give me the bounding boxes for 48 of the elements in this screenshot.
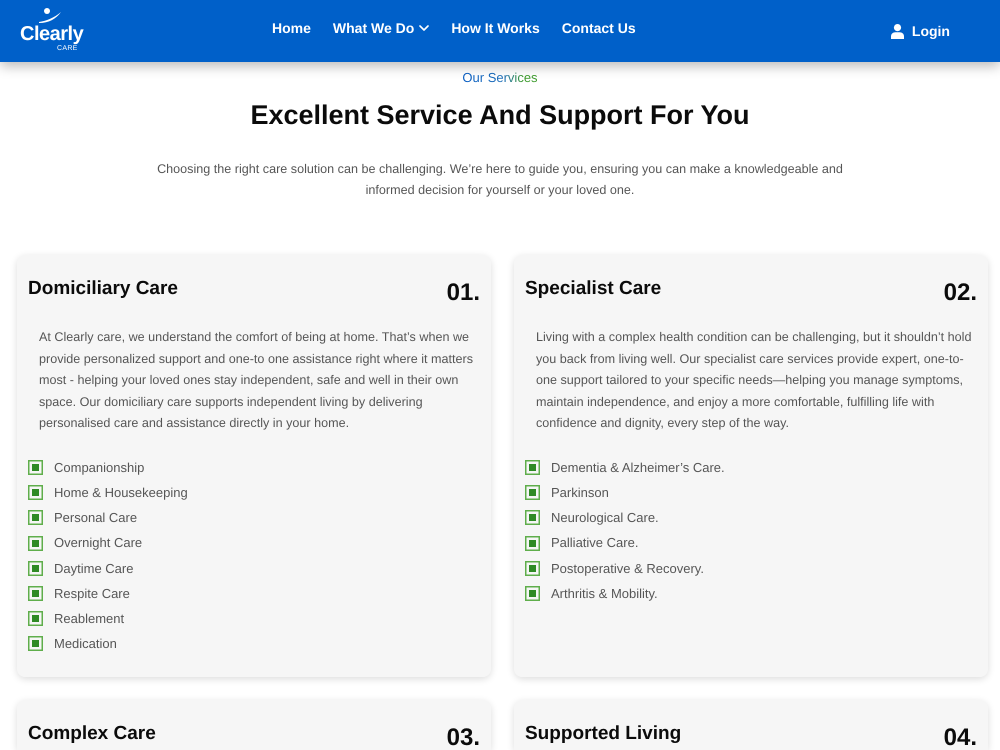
square-bullet-icon xyxy=(28,536,43,551)
logo-figure-icon xyxy=(38,8,62,24)
square-bullet-icon xyxy=(525,586,540,601)
square-bullet-icon xyxy=(28,611,43,626)
service-title: Domiciliary Care xyxy=(28,277,178,301)
service-item: Medication xyxy=(54,635,117,654)
square-bullet-icon xyxy=(28,560,43,576)
service-item: Home & Housekeeping xyxy=(54,484,188,502)
service-item: Companionship xyxy=(54,458,144,477)
logo-wordmark: Clearly xyxy=(20,23,84,45)
service-title: Complex Care xyxy=(28,722,156,746)
service-item: Respite Care xyxy=(54,584,130,603)
square-bullet-icon xyxy=(525,510,540,526)
service-description: Living with a complex health condition can be challenging, but it shouldn’t hold you back from living well. Our specialist care services provide expert, one-to-one support tailored to your specific needs—helping you manage symptoms, maintain independence, and enjoy a more comfortable, fulfilling life with confidence and dignity, every step of the way. xyxy=(535,329,972,432)
service-item: Parkinson xyxy=(551,484,609,502)
user-icon xyxy=(890,24,904,38)
nav-link[interactable]: What We Do xyxy=(332,18,430,38)
square-bullet-icon xyxy=(28,510,43,526)
square-bullet-icon xyxy=(525,460,540,476)
service-number: 01. xyxy=(446,280,480,306)
square-bullet-icon xyxy=(525,560,540,576)
service-title: Supported Living xyxy=(525,722,682,746)
nav-link[interactable]: Contact Us xyxy=(562,18,636,38)
service-item: Daytime Care xyxy=(54,560,134,578)
nav-link[interactable]: Home xyxy=(272,18,311,38)
square-bullet-icon xyxy=(28,636,43,652)
service-item: Overnight Care xyxy=(54,534,142,552)
service-item: Dementia & Alzheimer’s Care. xyxy=(551,458,725,477)
service-item: Neurological Care. xyxy=(551,509,659,528)
service-title: Specialist Care xyxy=(525,277,662,301)
service-item: Arthritis & Mobility. xyxy=(551,584,658,603)
section-description: Choosing the right care solution can be challenging. We’re here to guide you, ensuring you can make a knowledgeable and informed decision for yourself or your loved one. xyxy=(156,161,844,199)
square-bullet-icon xyxy=(28,485,43,500)
square-bullet-icon xyxy=(525,536,540,551)
service-item: Palliative Care. xyxy=(551,534,638,552)
square-bullet-icon xyxy=(28,586,43,601)
square-bullet-icon xyxy=(28,460,43,476)
service-number: 03. xyxy=(446,725,480,750)
service-number: 04. xyxy=(944,725,977,750)
service-item: Postoperative & Recovery. xyxy=(551,560,704,578)
login-link[interactable]: Login xyxy=(890,20,950,42)
square-bullet-icon xyxy=(525,485,540,500)
service-item: Personal Care xyxy=(54,509,138,528)
service-description: At Clearly care, we understand the comfort of being at home. That’s when we provide personalized support and one-to one assistance right where it matters most - helping your loved ones stay independent, safe and well in their own space. Our domiciliary care supports independent living by delivering personalised care and assistance directly in your home. xyxy=(38,329,474,432)
nav-link[interactable]: How It Works xyxy=(451,18,540,38)
section-heading: Excellent Service And Support For You xyxy=(249,99,751,131)
service-item: Reablement xyxy=(54,610,124,628)
service-number: 02. xyxy=(944,280,977,306)
